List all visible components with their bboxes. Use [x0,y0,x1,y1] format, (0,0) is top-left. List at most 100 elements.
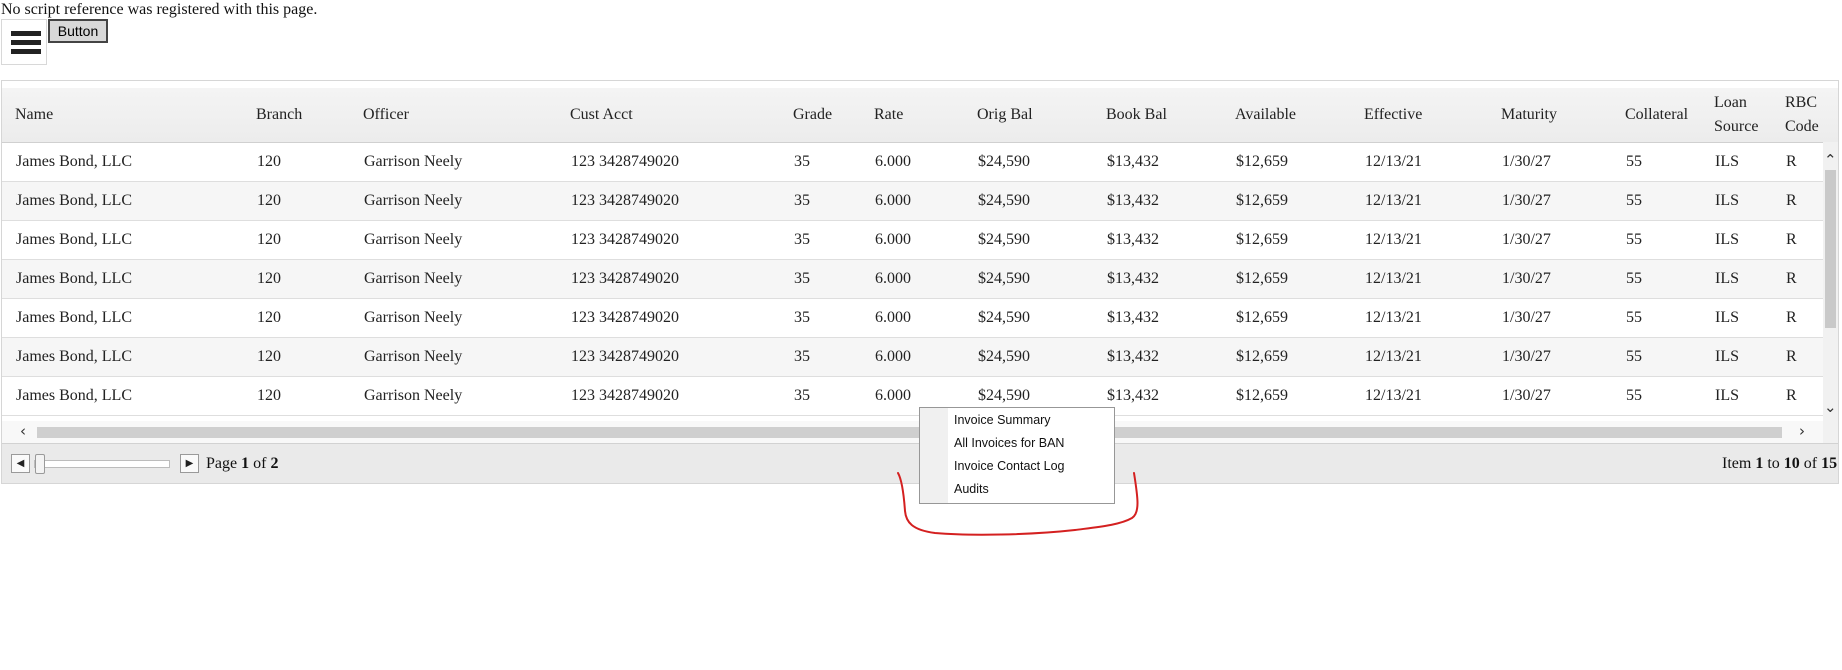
cell-cust-acct: 123 3428749020 [571,153,679,170]
cell-officer: Garrison Neely [364,387,463,404]
script-warning-text: No script reference was registered with … [1,1,318,18]
cell-orig-bal: $24,590 [978,348,1030,365]
menu-item-audits[interactable]: Audits [954,478,989,501]
cell-orig-bal: $24,590 [978,309,1030,326]
cell-officer: Garrison Neely [364,309,463,326]
column-header-branch[interactable]: Branch [256,103,302,127]
cell-grade: 35 [794,348,810,365]
cell-maturity: 1/30/27 [1502,309,1551,326]
grid-header: Name Branch Officer Cust Acct Grade Rate… [2,88,1838,143]
cell-collateral: 55 [1626,192,1642,209]
column-header-grade[interactable]: Grade [793,103,832,127]
cell-loan-source: ILS [1715,348,1739,365]
column-header-effective[interactable]: Effective [1364,103,1422,127]
cell-cust-acct: 123 3428749020 [571,270,679,287]
chevron-up-icon[interactable]: ⌃ [1824,153,1837,168]
cell-grade: 35 [794,270,810,287]
horizontal-scroll-thumb[interactable] [37,427,1782,438]
cell-rbc-code: R [1786,348,1797,365]
column-header-rate[interactable]: Rate [874,103,903,127]
cell-loan-source: ILS [1715,387,1739,404]
column-header-collateral[interactable]: Collateral [1625,103,1688,127]
cell-rate: 6.000 [875,387,911,404]
cell-rbc-code: R [1786,231,1797,248]
column-header-officer[interactable]: Officer [363,103,409,127]
cell-branch: 120 [257,348,281,365]
cell-name: James Bond, LLC [16,387,132,404]
cell-book-bal: $13,432 [1107,348,1159,365]
table-row[interactable]: James Bond, LLC 120 Garrison Neely 123 3428… [2,377,1824,416]
column-header-maturity[interactable]: Maturity [1501,103,1557,127]
table-row[interactable]: James Bond, LLC 120 Garrison Neely 123 3428… [2,299,1824,338]
hamburger-menu-icon[interactable] [1,19,47,65]
page-slider[interactable] [34,460,170,468]
cell-officer: Garrison Neely [364,231,463,248]
cell-loan-source: ILS [1715,192,1739,209]
cell-name: James Bond, LLC [16,348,132,365]
cell-effective: 12/13/21 [1365,270,1422,287]
cell-maturity: 1/30/27 [1502,192,1551,209]
cell-available: $12,659 [1236,192,1288,209]
chevron-down-icon[interactable]: ⌄ [1824,400,1837,415]
cell-rate: 6.000 [875,348,911,365]
cell-cust-acct: 123 3428749020 [571,231,679,248]
cell-grade: 35 [794,387,810,404]
cell-maturity: 1/30/27 [1502,348,1551,365]
chevron-left-icon[interactable]: ‹ [20,424,26,439]
column-header-cust-acct[interactable]: Cust Acct [570,103,633,127]
cell-officer: Garrison Neely [364,270,463,287]
cell-branch: 120 [257,270,281,287]
cell-collateral: 55 [1626,309,1642,326]
triangle-right-icon[interactable]: ▶ [180,454,199,473]
cell-rbc-code: R [1786,192,1797,209]
context-menu: Invoice Summary All Invoices for BAN Inv… [919,407,1115,504]
vertical-scrollbar[interactable]: ⌃ ⌄ [1823,142,1838,483]
page-indicator: Page 1 of 2 [206,455,279,472]
cell-collateral: 55 [1626,348,1642,365]
cell-branch: 120 [257,387,281,404]
cell-effective: 12/13/21 [1365,231,1422,248]
menu-item-invoice-contact-log[interactable]: Invoice Contact Log [954,455,1065,478]
cell-collateral: 55 [1626,387,1642,404]
page-slider-handle[interactable] [35,454,45,474]
cell-effective: 12/13/21 [1365,387,1422,404]
cell-maturity: 1/30/27 [1502,270,1551,287]
cell-book-bal: $13,432 [1107,270,1159,287]
cell-branch: 120 [257,192,281,209]
cell-officer: Garrison Neely [364,153,463,170]
vertical-scroll-thumb[interactable] [1825,170,1836,328]
table-row[interactable]: James Bond, LLC 120 Garrison Neely 123 3428… [2,221,1824,260]
table-row[interactable]: James Bond, LLC 120 Garrison Neely 123 3428… [2,260,1824,299]
cell-branch: 120 [257,153,281,170]
column-header-name[interactable]: Name [15,103,53,127]
demo-button[interactable]: Button [48,19,108,43]
cell-name: James Bond, LLC [16,309,132,326]
table-row[interactable]: James Bond, LLC 120 Garrison Neely 123 3428… [2,143,1824,182]
cell-available: $12,659 [1236,153,1288,170]
cell-officer: Garrison Neely [364,192,463,209]
cell-orig-bal: $24,590 [978,192,1030,209]
cell-grade: 35 [794,231,810,248]
column-header-available[interactable]: Available [1235,103,1296,127]
cell-cust-acct: 123 3428749020 [571,192,679,209]
cell-cust-acct: 123 3428749020 [571,387,679,404]
menu-item-all-invoices-for-ban[interactable]: All Invoices for BAN [954,432,1064,455]
cell-name: James Bond, LLC [16,192,132,209]
horizontal-scrollbar[interactable]: ‹ › [2,421,1823,443]
triangle-left-icon[interactable]: ◀ [11,454,30,473]
cell-rate: 6.000 [875,192,911,209]
table-row[interactable]: James Bond, LLC 120 Garrison Neely 123 3428… [2,338,1824,377]
cell-book-bal: $13,432 [1107,231,1159,248]
table-row[interactable]: James Bond, LLC 120 Garrison Neely 123 3428… [2,182,1824,221]
cell-orig-bal: $24,590 [978,270,1030,287]
menu-item-invoice-summary[interactable]: Invoice Summary [954,409,1051,432]
column-header-orig-bal[interactable]: Orig Bal [977,103,1033,127]
cell-grade: 35 [794,309,810,326]
chevron-right-icon[interactable]: › [1799,424,1805,439]
cell-branch: 120 [257,231,281,248]
cell-name: James Bond, LLC [16,153,132,170]
column-header-loan-source[interactable]: Loan Source [1714,91,1764,139]
column-header-rbc-code[interactable]: RBC Code [1785,91,1823,139]
cell-effective: 12/13/21 [1365,192,1422,209]
column-header-book-bal[interactable]: Book Bal [1106,103,1167,127]
